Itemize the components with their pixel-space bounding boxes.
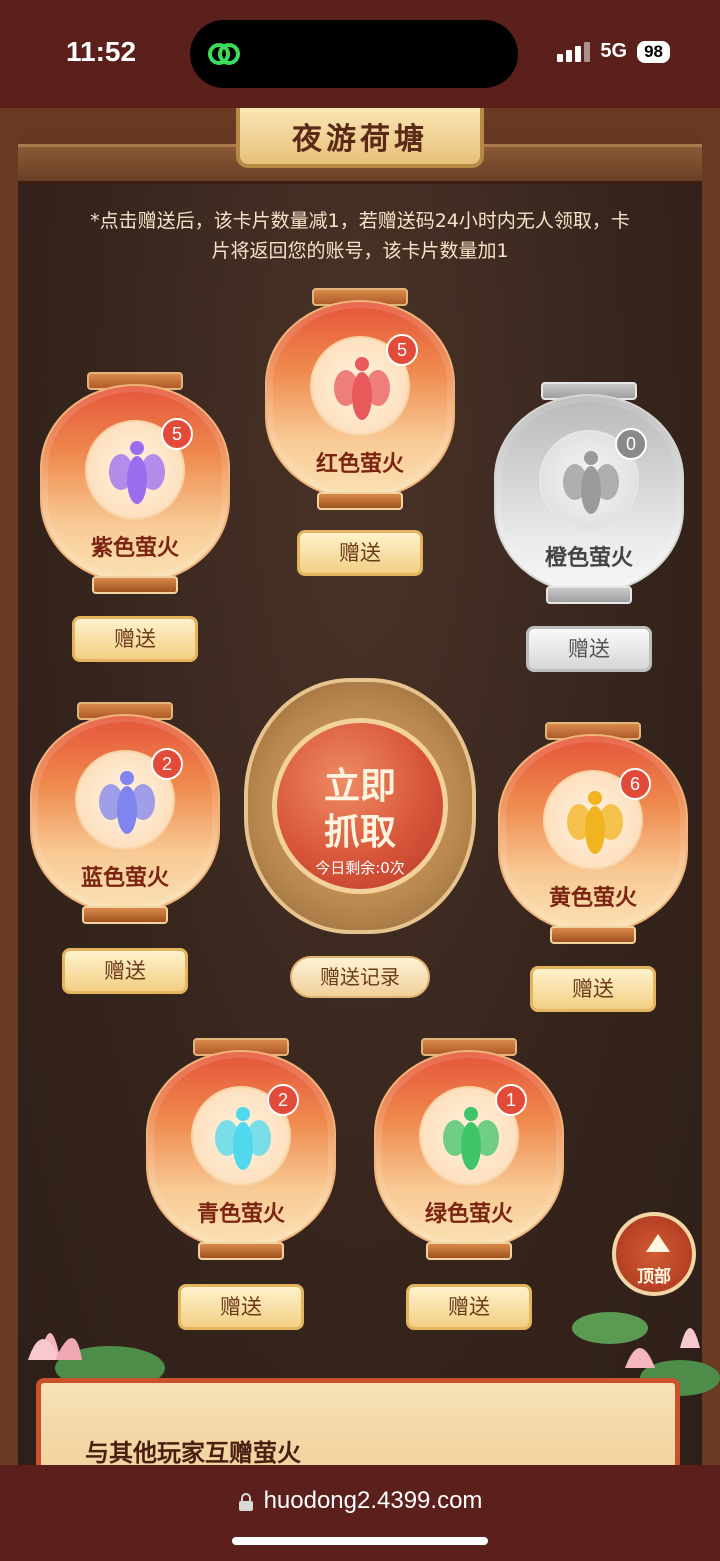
gift-button-purple[interactable]: 赠送 xyxy=(72,616,198,662)
dynamic-island xyxy=(190,20,518,88)
lantern-label: 绿色萤火 xyxy=(424,1202,513,1227)
grab-label-line1: 立即 xyxy=(323,765,396,807)
lantern-cyan: 2 青色萤火 xyxy=(146,1038,336,1262)
lantern-label: 蓝色萤火 xyxy=(80,866,169,891)
firefly-icon xyxy=(563,451,619,514)
lantern-label: 橙色萤火 xyxy=(544,546,633,571)
link-app-icon xyxy=(208,43,240,65)
url-text: huodong2.4399.com xyxy=(263,1487,483,1514)
network-label: 5G xyxy=(600,40,628,62)
lantern-red: 5 红色萤火 xyxy=(265,288,455,512)
exchange-section-title: 与其他玩家互赠萤火 xyxy=(85,1439,301,1465)
gift-button-orange[interactable]: 赠送 xyxy=(526,626,652,672)
grab-label-line2: 抓取 xyxy=(323,811,396,853)
status-time: 11:52 xyxy=(66,36,137,67)
count-badge: 0 xyxy=(615,428,647,460)
lantern-blue: 2 蓝色萤火 xyxy=(30,702,220,926)
page-title: 夜游荷塘 xyxy=(292,122,428,157)
grab-now-button[interactable]: 立即 抓取 今日剩余:0次 xyxy=(244,678,476,934)
count-badge: 5 xyxy=(161,418,193,450)
back-to-top-label: 顶部 xyxy=(637,1267,671,1287)
up-arrow-icon xyxy=(646,1234,670,1252)
gift-button-yellow[interactable]: 赠送 xyxy=(530,966,656,1012)
firefly-icon xyxy=(443,1107,499,1170)
firefly-icon xyxy=(334,357,390,420)
lantern-label: 紫色萤火 xyxy=(90,536,179,561)
count-badge: 2 xyxy=(151,748,183,780)
lock-icon xyxy=(238,1492,253,1511)
back-to-top-button[interactable]: 顶部 xyxy=(612,1212,696,1296)
signal-icon xyxy=(557,41,591,62)
gift-button-cyan[interactable]: 赠送 xyxy=(178,1284,304,1330)
status-bar: 11:52 5G 98 xyxy=(0,0,720,108)
gift-notice: *点击赠送后，该卡片数量减1，若赠送码24小时内无人领取，卡片将返回您的账号，该… xyxy=(90,210,630,262)
browser-address-bar[interactable]: huodong2.4399.com xyxy=(0,1465,720,1561)
firefly-icon xyxy=(567,791,623,854)
firefly-icon xyxy=(109,441,165,504)
status-indicators: 5G 98 xyxy=(557,40,670,63)
gift-button-blue[interactable]: 赠送 xyxy=(62,948,188,994)
count-badge: 1 xyxy=(495,1084,527,1116)
lantern-purple: 5 紫色萤火 xyxy=(40,372,230,596)
count-badge: 2 xyxy=(267,1084,299,1116)
event-page: 夜游荷塘 *点击赠送后，该卡片数量减1，若赠送码24小时内无人领取，卡片将返回您… xyxy=(0,108,720,1465)
title-plaque: 夜游荷塘 xyxy=(236,108,484,168)
remaining-count: 今日剩余:0次 xyxy=(315,859,405,877)
lantern-label: 黄色萤火 xyxy=(548,886,637,911)
exchange-section: 与其他玩家互赠萤火 xyxy=(36,1378,680,1465)
gift-button-green[interactable]: 赠送 xyxy=(406,1284,532,1330)
pillar-right xyxy=(702,108,720,1465)
home-indicator[interactable] xyxy=(232,1537,488,1545)
battery-icon: 98 xyxy=(637,40,670,63)
count-badge: 6 xyxy=(619,768,651,800)
gift-button-red[interactable]: 赠送 xyxy=(297,530,423,576)
pillar-left xyxy=(0,108,18,1465)
lantern-green: 1 绿色萤火 xyxy=(374,1038,564,1262)
lantern-yellow: 6 黄色萤火 xyxy=(498,722,688,946)
lantern-label: 青色萤火 xyxy=(196,1202,285,1227)
gift-record-button[interactable]: 赠送记录 xyxy=(290,956,430,998)
firefly-icon xyxy=(215,1107,271,1170)
count-badge: 5 xyxy=(386,334,418,366)
lantern-label: 红色萤火 xyxy=(315,452,404,477)
firefly-icon xyxy=(99,771,155,834)
lantern-orange: 0 橙色萤火 xyxy=(494,382,684,606)
